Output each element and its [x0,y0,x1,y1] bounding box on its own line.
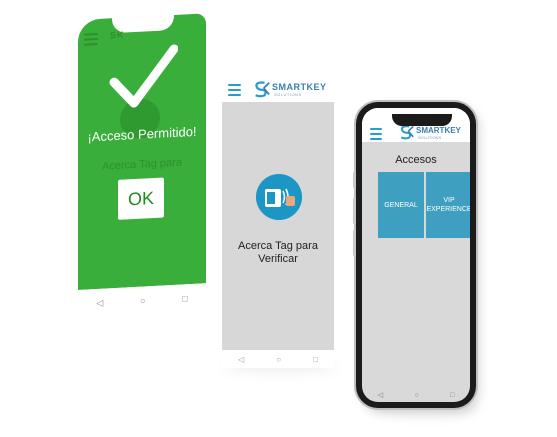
access-tile-vip[interactable]: VIP EXPERIENCE [426,172,470,238]
phone-accesses: SMARTKEY SOLUTIONS Accesos GENERAL VIP E… [353,102,476,408]
verify-screen: Acerca Tag para Verificar [222,102,334,350]
nav-bar: ◁ ○ □ [362,388,470,402]
recent-apps-icon[interactable]: □ [182,293,187,303]
phone-verify-tag: SMARTKEY SOLUTIONS Acerca Tag para Verif… [222,76,334,368]
home-icon[interactable]: ○ [414,392,418,399]
phone-access-granted: SK ¡Acceso Permitido! Acerca Tag para OK… [78,13,206,338]
nfc-tag-icon [256,174,302,220]
accesses-screen: SMARTKEY SOLUTIONS Accesos GENERAL VIP E… [362,108,470,402]
logo-ghost: SK [110,29,125,41]
instruction-line-2: Verificar [258,253,298,265]
phone-notch [392,114,452,126]
app-header: SMARTKEY SOLUTIONS [222,76,334,102]
smartkey-logo-icon [400,125,414,140]
logo-text: SMARTKEY [272,82,327,92]
verify-instruction: Acerca Tag para Verificar [222,240,334,266]
side-button [353,172,356,188]
menu-icon[interactable] [228,84,241,99]
side-button [353,230,356,256]
access-granted-message: ¡Acceso Permitido! [87,123,197,145]
home-icon[interactable]: ○ [140,295,145,305]
ok-button[interactable]: OK [118,177,164,220]
instruction-line-1: Acerca Tag para [238,240,318,252]
back-icon[interactable]: ◁ [96,297,103,308]
access-tile-general[interactable]: GENERAL [378,172,424,238]
menu-icon[interactable] [370,128,382,143]
logo-subtext: SOLUTIONS [274,92,302,97]
checkmark-icon [109,44,178,108]
logo-text: SMARTKEY [416,126,461,135]
access-granted-screen: SK ¡Acceso Permitido! Acerca Tag para OK [78,13,206,290]
smartkey-logo-icon [255,81,270,98]
home-icon[interactable]: ○ [276,355,281,364]
android-nav-bar: ◁ ○ □ [78,283,206,318]
android-nav-bar: ◁ ○ □ [222,350,334,368]
back-icon[interactable]: ◁ [378,391,383,399]
recent-apps-icon[interactable]: □ [313,355,318,364]
back-icon[interactable]: ◁ [238,355,244,364]
logo-subtext: SOLUTIONS [418,135,442,140]
faded-instruction: Acerca Tag para [102,156,182,173]
page-title: Accesos [395,154,437,166]
side-button [353,198,356,224]
menu-icon[interactable] [84,32,98,49]
recent-apps-icon[interactable]: □ [450,392,454,399]
